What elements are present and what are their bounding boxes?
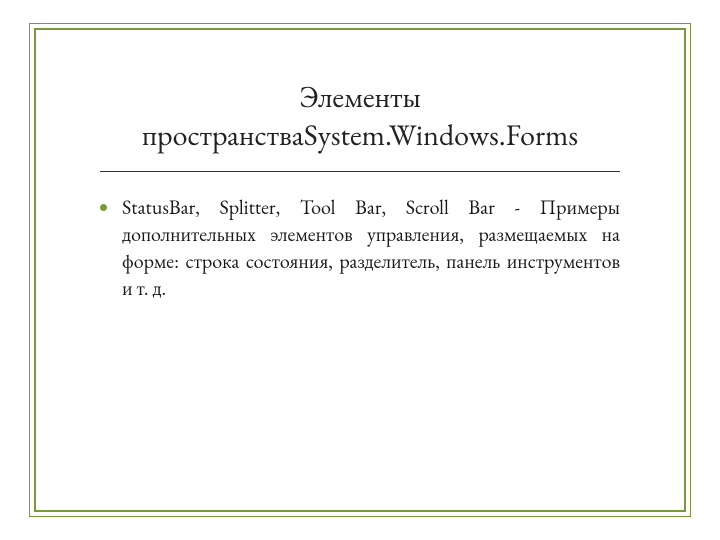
slide-title: Элементы пространстваSystem.Windows.Form…	[100, 78, 620, 153]
title-rule	[100, 171, 620, 172]
slide: Элементы пространстваSystem.Windows.Form…	[0, 0, 720, 540]
slide-frame: Элементы пространстваSystem.Windows.Form…	[34, 28, 686, 512]
bullet-list: StatusBar, Splitter, Tool Bar, Scroll Ba…	[100, 194, 620, 302]
list-item: StatusBar, Splitter, Tool Bar, Scroll Ba…	[100, 194, 620, 302]
slide-body: StatusBar, Splitter, Tool Bar, Scroll Ba…	[100, 194, 620, 302]
